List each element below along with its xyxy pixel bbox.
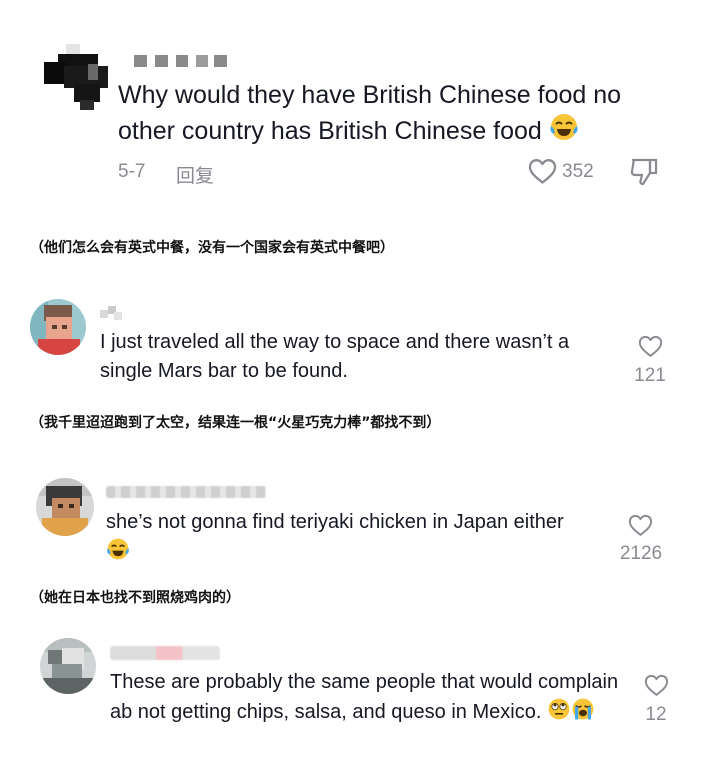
- loudly-crying-face-emoji: [571, 697, 595, 730]
- comment-text: she’s not gonna find teriyaki chicken in…: [106, 508, 576, 569]
- username[interactable]: [106, 486, 266, 498]
- translation-caption: （我千里迢迢跑到了太空，结果连一根“火星巧克力棒”都找不到）: [30, 415, 441, 431]
- heart-outline-icon[interactable]: [644, 674, 669, 702]
- like-count: 2126: [619, 543, 663, 564]
- comment-text: These are probably the same people that …: [110, 668, 620, 729]
- avatar[interactable]: [36, 478, 94, 536]
- thumbs-down-icon[interactable]: [628, 156, 660, 193]
- translation-caption: （她在日本也找不到照烧鸡肉的）: [30, 590, 240, 606]
- face-with-tears-of-joy-emoji: [106, 537, 130, 570]
- like-count: 352: [562, 161, 594, 182]
- comment-text: Why would they have British Chinese food…: [118, 78, 678, 151]
- comment-date: 5-7: [118, 161, 146, 182]
- heart-outline-icon[interactable]: [638, 335, 663, 363]
- translation-caption: （他们怎么会有英式中餐，没有一个国家会有英式中餐吧）: [30, 240, 394, 256]
- username[interactable]: [134, 54, 230, 72]
- avatar[interactable]: [30, 299, 86, 355]
- face-with-rolling-eyes-emoji: [547, 697, 571, 730]
- avatar[interactable]: [44, 44, 116, 110]
- heart-outline-icon[interactable]: [528, 158, 557, 190]
- like-count: 12: [645, 704, 667, 725]
- comment-text: I just traveled all the way to space and…: [100, 331, 570, 382]
- username[interactable]: [110, 646, 220, 660]
- like-count: 121: [634, 365, 666, 386]
- avatar[interactable]: [40, 638, 96, 694]
- face-with-tears-of-joy-emoji: [549, 112, 579, 151]
- username[interactable]: [100, 306, 124, 325]
- heart-outline-icon[interactable]: [628, 514, 653, 542]
- reply-button[interactable]: 回复: [176, 161, 214, 188]
